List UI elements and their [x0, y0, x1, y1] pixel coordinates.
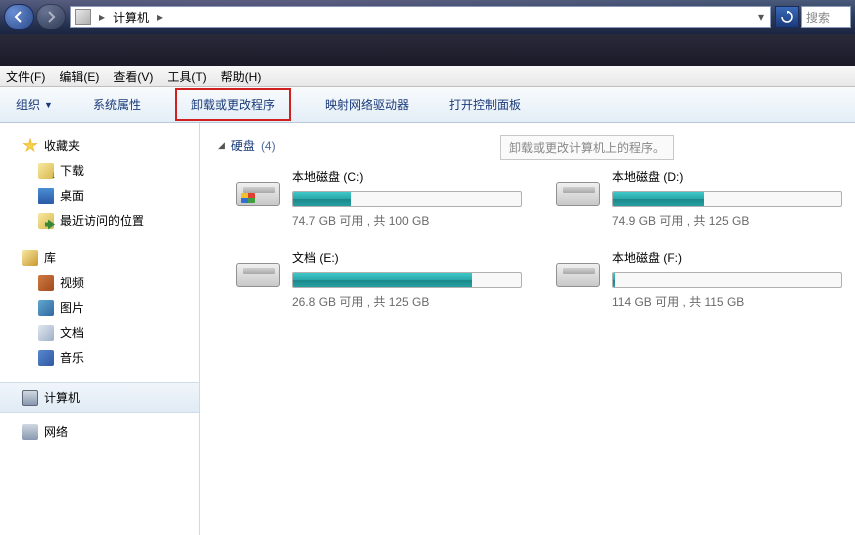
search-placeholder: 搜索 — [806, 9, 830, 26]
sidebar-item-recent[interactable]: 最近访问的位置 — [0, 208, 199, 233]
drive-icon — [554, 249, 602, 291]
drive-name: 文档 (E:) — [292, 249, 522, 266]
menu-file[interactable]: 文件(F) — [6, 68, 45, 85]
menu-help[interactable]: 帮助(H) — [221, 68, 262, 85]
document-icon — [38, 325, 54, 341]
video-icon — [38, 275, 54, 291]
nav-forward-button[interactable] — [36, 4, 66, 30]
desktop-icon — [38, 188, 54, 204]
address-bar[interactable]: ▸ 计算机 ▸ ▾ — [70, 6, 771, 28]
sidebar-item-downloads[interactable]: 下载 — [0, 158, 199, 183]
sidebar-item-music[interactable]: 音乐 — [0, 345, 199, 370]
open-control-panel-button[interactable]: 打开控制面板 — [443, 92, 527, 117]
computer-icon — [22, 390, 38, 406]
downloads-icon — [38, 163, 54, 179]
computer-icon — [75, 9, 91, 25]
drive-icon — [554, 168, 602, 210]
sidebar-favorites-header[interactable]: 收藏夹 — [0, 133, 199, 158]
picture-icon — [38, 300, 54, 316]
drive-item[interactable]: 本地磁盘 (F:)114 GB 可用 , 共 115 GB — [554, 249, 834, 310]
drive-icon — [234, 249, 282, 291]
sidebar-item-pictures[interactable]: 图片 — [0, 295, 199, 320]
organize-button[interactable]: 组织▼ — [10, 92, 59, 117]
breadcrumb-sep: ▸ — [95, 10, 109, 24]
music-icon — [38, 350, 54, 366]
sidebar-computer[interactable]: 计算机 — [0, 382, 199, 413]
library-icon — [22, 250, 38, 266]
drive-stat: 26.8 GB 可用 , 共 125 GB — [292, 293, 522, 310]
menu-view[interactable]: 查看(V) — [113, 68, 153, 85]
search-input[interactable]: 搜索 — [801, 6, 851, 28]
drive-usage-bar — [612, 191, 842, 207]
sidebar-item-documents[interactable]: 文档 — [0, 320, 199, 345]
drive-icon — [234, 168, 282, 210]
system-properties-button[interactable]: 系统属性 — [87, 92, 147, 117]
drive-item[interactable]: 本地磁盘 (D:)74.9 GB 可用 , 共 125 GB — [554, 168, 834, 229]
collapse-icon: ◢ — [218, 140, 225, 151]
command-bar: 组织▼ 系统属性 卸载或更改程序 映射网络驱动器 打开控制面板 — [0, 87, 855, 123]
drive-name: 本地磁盘 (D:) — [612, 168, 842, 185]
drive-stat: 114 GB 可用 , 共 115 GB — [612, 293, 842, 310]
content-pane: ◢ 硬盘 (4) 卸载或更改计算机上的程序。 本地磁盘 (C:)74.7 GB … — [200, 123, 855, 535]
drive-usage-bar — [292, 272, 522, 288]
sidebar-network[interactable]: 网络 — [0, 419, 199, 444]
drive-name: 本地磁盘 (F:) — [612, 249, 842, 266]
drive-stat: 74.9 GB 可用 , 共 125 GB — [612, 212, 842, 229]
map-network-drive-button[interactable]: 映射网络驱动器 — [319, 92, 415, 117]
chevron-down-icon: ▼ — [44, 100, 53, 110]
nav-back-button[interactable] — [4, 4, 34, 30]
star-icon — [22, 138, 38, 154]
breadcrumb-location[interactable]: 计算机 — [109, 9, 153, 26]
tooltip: 卸载或更改计算机上的程序。 — [500, 135, 674, 160]
navigation-pane: 收藏夹 下载 桌面 最近访问的位置 库 视频 图片 文档 音乐 计算机 网络 — [0, 123, 200, 535]
drive-name: 本地磁盘 (C:) — [292, 168, 522, 185]
recent-icon — [38, 213, 54, 229]
drive-usage-bar — [612, 272, 842, 288]
network-icon — [22, 424, 38, 440]
drive-item[interactable]: 本地磁盘 (C:)74.7 GB 可用 , 共 100 GB — [234, 168, 514, 229]
drive-item[interactable]: 文档 (E:)26.8 GB 可用 , 共 125 GB — [234, 249, 514, 310]
uninstall-program-button[interactable]: 卸载或更改程序 — [175, 88, 291, 121]
sidebar-item-desktop[interactable]: 桌面 — [0, 183, 199, 208]
window-glass-strip — [0, 34, 855, 66]
address-dropdown[interactable]: ▾ — [752, 10, 770, 24]
breadcrumb-sep: ▸ — [153, 10, 167, 24]
drive-usage-bar — [292, 191, 522, 207]
refresh-button[interactable] — [775, 6, 799, 28]
sidebar-libraries-header[interactable]: 库 — [0, 245, 199, 270]
menu-edit[interactable]: 编辑(E) — [59, 68, 99, 85]
menu-bar: 文件(F) 编辑(E) 查看(V) 工具(T) 帮助(H) — [0, 66, 855, 87]
sidebar-item-videos[interactable]: 视频 — [0, 270, 199, 295]
drive-stat: 74.7 GB 可用 , 共 100 GB — [292, 212, 522, 229]
menu-tools[interactable]: 工具(T) — [167, 68, 206, 85]
